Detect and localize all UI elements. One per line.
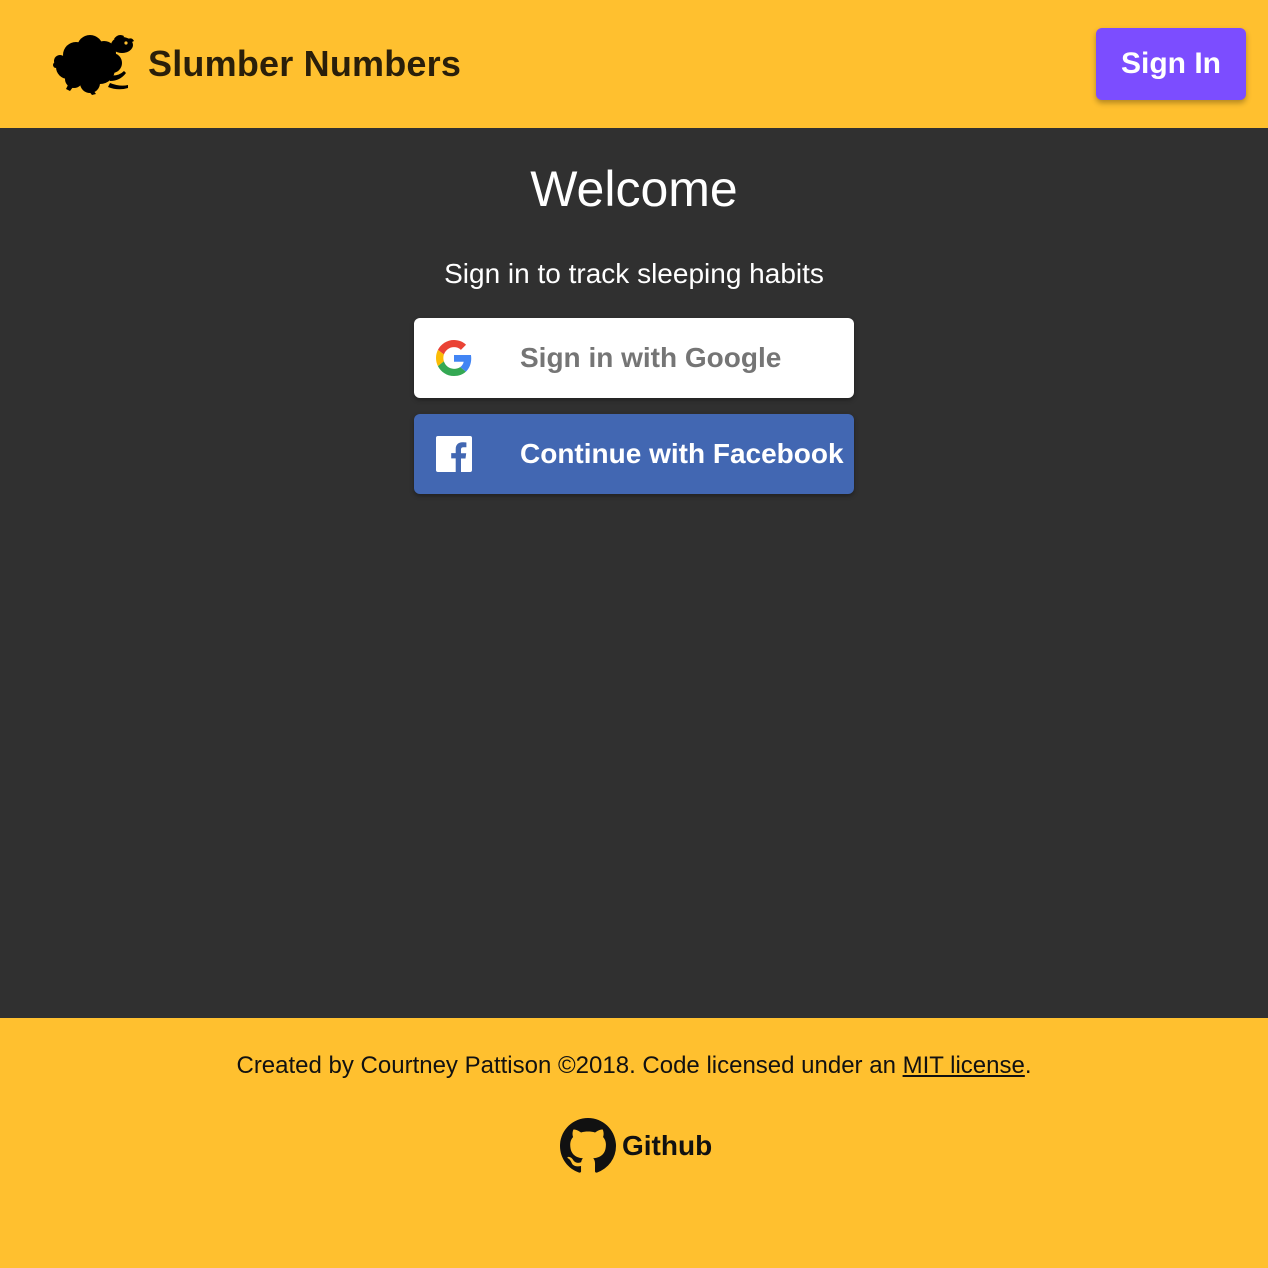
main-content: Welcome Sign in to track sleeping habits… — [0, 128, 1268, 1018]
github-link[interactable]: Github — [560, 1118, 712, 1174]
github-icon — [560, 1118, 616, 1173]
sign-in-button[interactable]: Sign In — [1096, 28, 1246, 100]
github-label: Github — [622, 1130, 713, 1161]
app-footer: Created by Courtney Pattison ©2018. Code… — [0, 1018, 1268, 1268]
brand[interactable]: Slumber Numbers — [52, 30, 461, 98]
credits-text: Created by Courtney Pattison ©2018. Code… — [236, 1052, 903, 1079]
facebook-sign-in-label: Continue with Facebook — [520, 438, 844, 469]
page-subtitle: Sign in to track sleeping habits — [444, 258, 824, 289]
footer-credits: Created by Courtney Pattison ©2018. Code… — [0, 1050, 1268, 1082]
sheep-icon — [53, 35, 134, 95]
page-title: Welcome — [530, 161, 738, 217]
credits-end: . — [1024, 1052, 1032, 1079]
google-sign-in-button[interactable]: Sign in with Google — [414, 318, 854, 398]
facebook-icon — [436, 436, 472, 472]
google-sign-in-label: Sign in with Google — [520, 342, 782, 373]
google-icon — [436, 340, 472, 376]
app-name: Slumber Numbers — [148, 43, 462, 84]
app-header: Slumber Numbers Sign In — [0, 0, 1268, 128]
facebook-sign-in-button[interactable]: Continue with Facebook — [414, 414, 854, 494]
mit-license-link[interactable]: MIT license — [903, 1052, 1025, 1079]
